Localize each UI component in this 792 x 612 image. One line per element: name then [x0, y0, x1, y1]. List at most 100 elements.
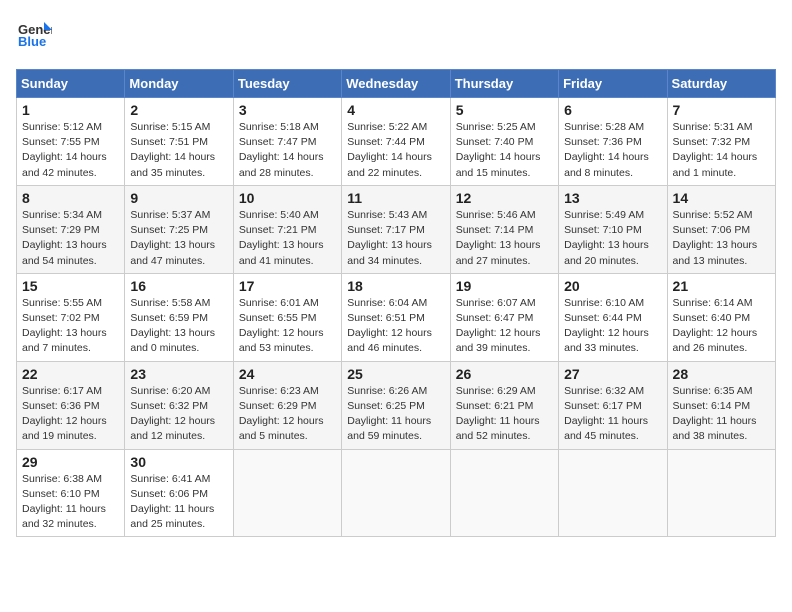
day-info: Sunrise: 6:23 AMSunset: 6:29 PMDaylight:… [239, 384, 336, 445]
day-info: Sunrise: 5:25 AMSunset: 7:40 PMDaylight:… [456, 120, 553, 181]
svg-text:Blue: Blue [18, 34, 46, 49]
day-cell-2: 2 Sunrise: 5:15 AMSunset: 7:51 PMDaylight… [125, 98, 233, 186]
calendar-week-2: 8 Sunrise: 5:34 AMSunset: 7:29 PMDaylight… [17, 185, 776, 273]
day-number: 26 [456, 366, 553, 382]
dow-header-tuesday: Tuesday [233, 70, 341, 98]
day-cell-3: 3 Sunrise: 5:18 AMSunset: 7:47 PMDaylight… [233, 98, 341, 186]
day-number: 21 [673, 278, 770, 294]
empty-cell [450, 449, 558, 537]
day-number: 8 [22, 190, 119, 206]
day-number: 5 [456, 102, 553, 118]
day-cell-22: 22 Sunrise: 6:17 AMSunset: 6:36 PMDayligh… [17, 361, 125, 449]
day-number: 12 [456, 190, 553, 206]
day-info: Sunrise: 5:18 AMSunset: 7:47 PMDaylight:… [239, 120, 336, 181]
day-cell-30: 30 Sunrise: 6:41 AMSunset: 6:06 PMDayligh… [125, 449, 233, 537]
day-info: Sunrise: 5:31 AMSunset: 7:32 PMDaylight:… [673, 120, 770, 181]
header: General Blue [16, 16, 776, 57]
day-info: Sunrise: 6:26 AMSunset: 6:25 PMDaylight:… [347, 384, 444, 445]
day-info: Sunrise: 5:12 AMSunset: 7:55 PMDaylight:… [22, 120, 119, 181]
day-info: Sunrise: 6:38 AMSunset: 6:10 PMDaylight:… [22, 472, 119, 533]
day-info: Sunrise: 6:20 AMSunset: 6:32 PMDaylight:… [130, 384, 227, 445]
day-info: Sunrise: 5:43 AMSunset: 7:17 PMDaylight:… [347, 208, 444, 269]
day-info: Sunrise: 6:17 AMSunset: 6:36 PMDaylight:… [22, 384, 119, 445]
day-cell-6: 6Sunrise: 5:28 AMSunset: 7:36 PMDaylight… [559, 98, 667, 186]
day-cell-13: 13 Sunrise: 5:49 AMSunset: 7:10 PMDayligh… [559, 185, 667, 273]
day-info: Sunrise: 6:07 AMSunset: 6:47 PMDaylight:… [456, 296, 553, 357]
day-number: 18 [347, 278, 444, 294]
day-cell-8: 8 Sunrise: 5:34 AMSunset: 7:29 PMDaylight… [17, 185, 125, 273]
empty-cell [342, 449, 450, 537]
calendar-table: SundayMondayTuesdayWednesdayThursdayFrid… [16, 69, 776, 537]
empty-cell [233, 449, 341, 537]
day-number: 1 [22, 102, 119, 118]
day-number: 4 [347, 102, 444, 118]
empty-cell [559, 449, 667, 537]
day-cell-21: 21Sunrise: 6:14 AMSunset: 6:40 PMDayligh… [667, 273, 775, 361]
dow-header-monday: Monday [125, 70, 233, 98]
day-number: 2 [130, 102, 227, 118]
day-info: Sunrise: 5:52 AMSunset: 7:06 PMDaylight:… [673, 208, 770, 269]
day-number: 10 [239, 190, 336, 206]
day-number: 7 [673, 102, 770, 118]
day-info: Sunrise: 5:55 AMSunset: 7:02 PMDaylight:… [22, 296, 119, 357]
day-cell-5: 5 Sunrise: 5:25 AMSunset: 7:40 PMDaylight… [450, 98, 558, 186]
day-info: Sunrise: 6:01 AMSunset: 6:55 PMDaylight:… [239, 296, 336, 357]
day-number: 9 [130, 190, 227, 206]
day-cell-27: 27 Sunrise: 6:32 AMSunset: 6:17 PMDayligh… [559, 361, 667, 449]
day-cell-20: 20 Sunrise: 6:10 AMSunset: 6:44 PMDayligh… [559, 273, 667, 361]
day-number: 19 [456, 278, 553, 294]
day-number: 29 [22, 454, 119, 470]
day-number: 13 [564, 190, 661, 206]
day-info: Sunrise: 5:40 AMSunset: 7:21 PMDaylight:… [239, 208, 336, 269]
day-number: 15 [22, 278, 119, 294]
day-cell-19: 19 Sunrise: 6:07 AMSunset: 6:47 PMDayligh… [450, 273, 558, 361]
day-info: Sunrise: 5:34 AMSunset: 7:29 PMDaylight:… [22, 208, 119, 269]
day-number: 23 [130, 366, 227, 382]
dow-header-thursday: Thursday [450, 70, 558, 98]
dow-header-sunday: Sunday [17, 70, 125, 98]
day-cell-18: 18 Sunrise: 6:04 AMSunset: 6:51 PMDayligh… [342, 273, 450, 361]
day-cell-17: 17 Sunrise: 6:01 AMSunset: 6:55 PMDayligh… [233, 273, 341, 361]
day-number: 30 [130, 454, 227, 470]
day-cell-12: 12 Sunrise: 5:46 AMSunset: 7:14 PMDayligh… [450, 185, 558, 273]
day-cell-14: 14Sunrise: 5:52 AMSunset: 7:06 PMDayligh… [667, 185, 775, 273]
day-info: Sunrise: 6:35 AMSunset: 6:14 PMDaylight:… [673, 384, 770, 445]
day-info: Sunrise: 6:32 AMSunset: 6:17 PMDaylight:… [564, 384, 661, 445]
day-number: 3 [239, 102, 336, 118]
day-info: Sunrise: 5:15 AMSunset: 7:51 PMDaylight:… [130, 120, 227, 181]
day-cell-4: 4 Sunrise: 5:22 AMSunset: 7:44 PMDaylight… [342, 98, 450, 186]
day-number: 6 [564, 102, 661, 118]
calendar-week-1: 1 Sunrise: 5:12 AMSunset: 7:55 PMDaylight… [17, 98, 776, 186]
day-cell-11: 11 Sunrise: 5:43 AMSunset: 7:17 PMDayligh… [342, 185, 450, 273]
empty-cell [667, 449, 775, 537]
day-info: Sunrise: 5:46 AMSunset: 7:14 PMDaylight:… [456, 208, 553, 269]
day-number: 20 [564, 278, 661, 294]
day-info: Sunrise: 6:10 AMSunset: 6:44 PMDaylight:… [564, 296, 661, 357]
day-info: Sunrise: 5:49 AMSunset: 7:10 PMDaylight:… [564, 208, 661, 269]
day-number: 17 [239, 278, 336, 294]
calendar-week-3: 15 Sunrise: 5:55 AMSunset: 7:02 PMDayligh… [17, 273, 776, 361]
day-cell-15: 15 Sunrise: 5:55 AMSunset: 7:02 PMDayligh… [17, 273, 125, 361]
calendar-week-4: 22 Sunrise: 6:17 AMSunset: 6:36 PMDayligh… [17, 361, 776, 449]
day-info: Sunrise: 6:41 AMSunset: 6:06 PMDaylight:… [130, 472, 227, 533]
logo: General Blue [16, 16, 52, 57]
day-cell-24: 24 Sunrise: 6:23 AMSunset: 6:29 PMDayligh… [233, 361, 341, 449]
day-info: Sunrise: 5:22 AMSunset: 7:44 PMDaylight:… [347, 120, 444, 181]
day-number: 16 [130, 278, 227, 294]
day-info: Sunrise: 6:04 AMSunset: 6:51 PMDaylight:… [347, 296, 444, 357]
day-cell-23: 23 Sunrise: 6:20 AMSunset: 6:32 PMDayligh… [125, 361, 233, 449]
day-number: 11 [347, 190, 444, 206]
dow-header-saturday: Saturday [667, 70, 775, 98]
dow-header-wednesday: Wednesday [342, 70, 450, 98]
day-cell-25: 25Sunrise: 6:26 AMSunset: 6:25 PMDayligh… [342, 361, 450, 449]
day-number: 22 [22, 366, 119, 382]
day-number: 27 [564, 366, 661, 382]
day-number: 28 [673, 366, 770, 382]
calendar-week-5: 29 Sunrise: 6:38 AMSunset: 6:10 PMDayligh… [17, 449, 776, 537]
day-cell-9: 9 Sunrise: 5:37 AMSunset: 7:25 PMDaylight… [125, 185, 233, 273]
day-cell-16: 16Sunrise: 5:58 AMSunset: 6:59 PMDayligh… [125, 273, 233, 361]
day-number: 24 [239, 366, 336, 382]
dow-header-friday: Friday [559, 70, 667, 98]
day-info: Sunrise: 5:37 AMSunset: 7:25 PMDaylight:… [130, 208, 227, 269]
day-cell-1: 1 Sunrise: 5:12 AMSunset: 7:55 PMDaylight… [17, 98, 125, 186]
